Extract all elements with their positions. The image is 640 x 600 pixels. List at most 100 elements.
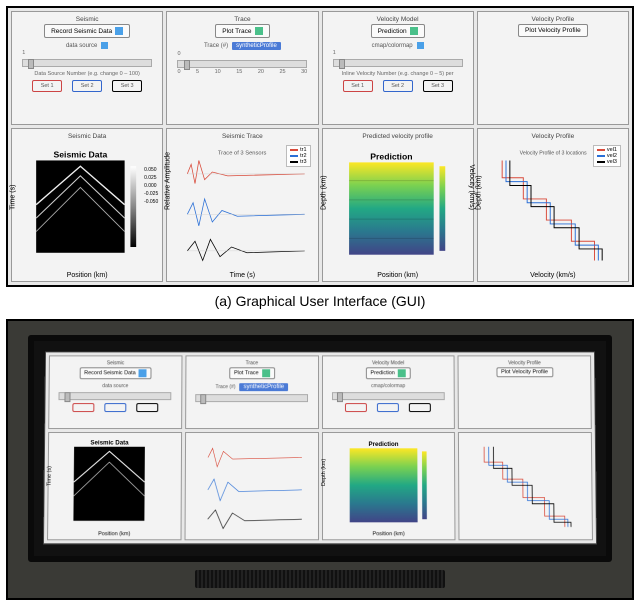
control-row: Seismic Record Seismic Data data source …: [11, 11, 629, 125]
set3-button[interactable]: Set 3: [423, 80, 453, 92]
figure-a-caption: (a) Graphical User Interface (GUI): [6, 293, 634, 309]
velmodel-slider[interactable]: [333, 59, 463, 67]
velprofile-subtitle: Velocity Profile of 3 locations: [519, 151, 586, 157]
seismic-svg: Seismic Data: [15, 141, 159, 278]
panel-title: Velocity Profile: [530, 15, 577, 24]
panel-trace-controls: Trace Plot Trace Trace (#)syntheticProfi…: [185, 355, 319, 429]
trace-plot: Trace of 3 Sensors: [170, 141, 314, 278]
ylabel: Depth (km): [320, 175, 327, 210]
trace-subtitle: Trace of 3 Sensors: [218, 151, 267, 157]
button-label: Record Seismic Data: [51, 28, 112, 35]
plot-trace-button[interactable]: Plot Trace: [229, 367, 275, 379]
panel-trace-controls: Trace Plot Trace Trace (#) syntheticProf…: [166, 11, 318, 125]
slider-ticks: 0: [177, 51, 307, 57]
plot-trace-button[interactable]: Plot Trace: [215, 24, 269, 38]
source-icon: [101, 42, 108, 49]
panel-velprofile-controls: Velocity Profile Plot Velocity Profile: [458, 355, 592, 429]
param-row: cmap/colormap: [372, 42, 424, 49]
velprofile-legend: vel1 vel2 vel3: [593, 145, 621, 167]
control-row: Seismic Record Seismic Data data source …: [48, 355, 592, 429]
plot-velprofile-button[interactable]: Plot Velocity Profile: [496, 367, 553, 377]
panel-prediction-plot: Prediction Depth (km) Position (km): [321, 432, 455, 540]
plot-title: Predicted velocity profile: [360, 132, 434, 141]
figure-a: Seismic Record Seismic Data data source …: [6, 6, 634, 309]
param-label: Trace (#): [204, 43, 228, 49]
plot-row: Seismic Data Seismic Data Ti: [11, 128, 629, 282]
data-source-slider[interactable]: [22, 59, 152, 67]
prediction-plot: Prediction Depth (km) Velocity (km/s) Po…: [326, 141, 470, 278]
set-buttons: Set 1 Set 2 Set 3: [32, 80, 142, 92]
panel-velprofile-plot: Velocity Profile Velocity Profile of 3 l…: [477, 128, 629, 282]
slider-thumb[interactable]: [184, 60, 190, 70]
photo: Seismic Record Seismic Data data source …: [6, 319, 634, 600]
download-icon: [115, 27, 123, 35]
slider[interactable]: [332, 392, 445, 400]
slider[interactable]: [59, 392, 172, 400]
slider-caption: Data Source Number (e.g. change 0 – 100): [34, 71, 139, 77]
plot-title: Seismic Trace: [220, 132, 265, 141]
panel-velmodel-controls: Velocity Model Prediction cmap/colormap …: [322, 11, 474, 125]
prediction-button[interactable]: Prediction: [371, 24, 425, 38]
panel-trace-plot: Seismic Trace Trace of 3 Sensors: [166, 128, 318, 282]
velprofile-plot: Velocity Profile of 3 locations vel1 vel…: [481, 141, 625, 278]
cbar-ticks: 0.050 0.025 0.000 -0.025 -0.050: [144, 166, 158, 206]
prediction-overlay-title-b: Prediction: [368, 441, 398, 448]
seismic-overlay-title-b: Seismic Data: [90, 439, 129, 446]
prediction-svg: Prediction: [326, 141, 470, 278]
record-seismic-button[interactable]: Record Seismic Data: [79, 367, 152, 379]
plot-icon: [262, 369, 270, 377]
download-icon: [139, 369, 147, 377]
ylabel: Relative Amplitude: [165, 152, 172, 210]
set3-button[interactable]: Set 3: [112, 80, 142, 92]
set2-button[interactable]: Set 2: [72, 80, 102, 92]
slider[interactable]: [195, 394, 308, 402]
plot-velprofile-button[interactable]: Plot Velocity Profile: [518, 24, 588, 37]
prediction-button[interactable]: Prediction: [365, 367, 410, 379]
predict-icon: [410, 27, 418, 35]
panel-seismic-controls: Seismic Record Seismic Data data source: [48, 355, 182, 429]
trace-slider[interactable]: [177, 60, 307, 68]
cbar-label: Velocity (km/s): [468, 164, 475, 210]
slider-thumb[interactable]: [28, 59, 34, 69]
xlabel: Position (km): [377, 272, 418, 279]
panel-seismic-plot: Seismic Data Seismic Data Ti: [11, 128, 163, 282]
button-label: Prediction: [378, 28, 407, 35]
panel-seismic-controls: Seismic Record Seismic Data data source …: [11, 11, 163, 125]
param-label: cmap/colormap: [372, 43, 413, 49]
button-label: Plot Velocity Profile: [525, 27, 581, 34]
gui-window-on-monitor: Seismic Record Seismic Data data source …: [43, 351, 597, 544]
panel-title: Trace: [232, 15, 252, 24]
set1-button[interactable]: Set 1: [32, 80, 62, 92]
record-seismic-button[interactable]: Record Seismic Data: [44, 24, 130, 38]
cmap-icon: [417, 42, 424, 49]
param-label: data source: [66, 43, 97, 49]
prediction-overlay-title: Prediction: [370, 151, 412, 161]
set2-button[interactable]: Set 2: [383, 80, 413, 92]
set-buttons: Set 1 Set 2 Set 3: [343, 80, 453, 92]
slider-ticks: 1: [333, 50, 463, 56]
panel-prediction-plot: Predicted velocity profile Predi: [322, 128, 474, 282]
plot-icon: [255, 27, 263, 35]
monitor: Seismic Record Seismic Data data source …: [28, 335, 612, 562]
panel-velmodel-controls: Velocity Model Prediction cmap/colormap: [321, 355, 455, 429]
xlabel: Position (km): [67, 272, 108, 279]
panel-trace-plot: [184, 432, 318, 540]
trace-value-box[interactable]: syntheticProfile: [232, 42, 281, 50]
param-row: data source: [66, 42, 108, 49]
plot-title: Seismic Data: [66, 132, 108, 141]
ylabel: Time (s): [10, 184, 17, 209]
seismic-plot: Seismic Data Time (s) Position (km) 0.05…: [15, 141, 159, 278]
set1-button[interactable]: Set 1: [343, 80, 373, 92]
predict-icon: [398, 369, 406, 377]
panel-title: Velocity Model: [375, 15, 421, 24]
trace-legend: tr1 tr2 tr3: [286, 145, 310, 167]
param-row: Trace (#) syntheticProfile: [204, 42, 281, 50]
button-label: Plot Trace: [222, 28, 251, 35]
xlabel: Velocity (km/s): [530, 272, 576, 279]
xlabel: Time (s): [230, 272, 255, 279]
figure-b: Seismic Record Seismic Data data source …: [6, 319, 634, 600]
seismic-overlay-title: Seismic Data: [53, 150, 107, 160]
panel-velprofile-controls: Velocity Profile Plot Velocity Profile: [477, 11, 629, 125]
gui-window: Seismic Record Seismic Data data source …: [6, 6, 634, 287]
slider-thumb[interactable]: [339, 59, 345, 69]
